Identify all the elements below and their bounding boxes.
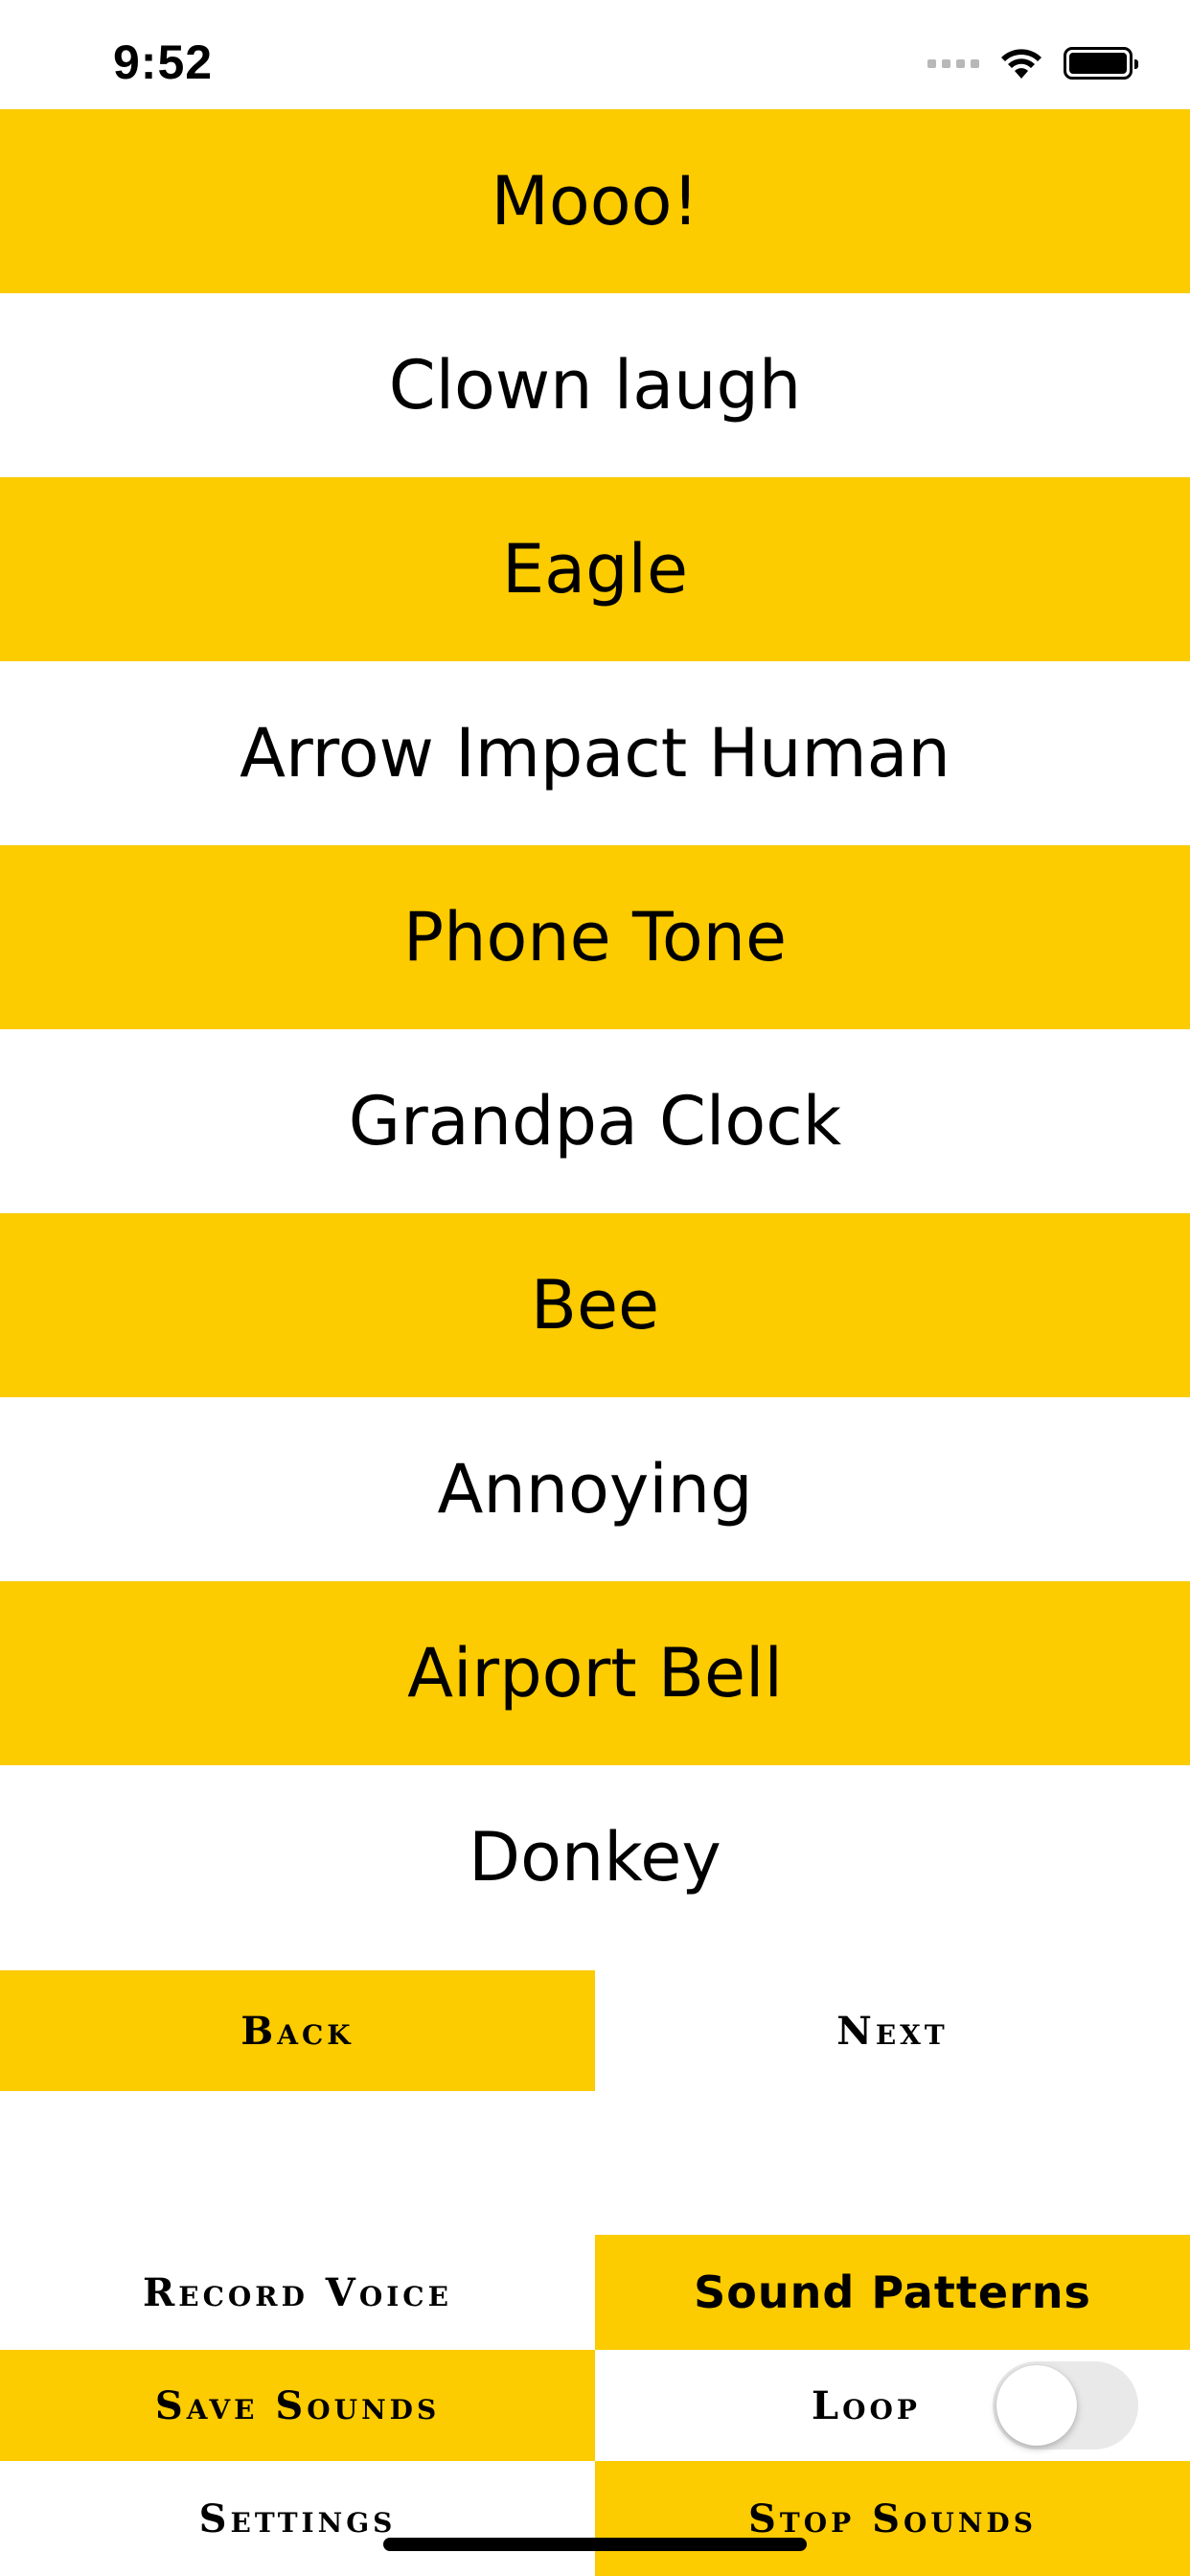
settings-button[interactable]: Settings — [0, 2461, 595, 2576]
sound-patterns-button[interactable]: Sound Patterns — [595, 2235, 1190, 2350]
save-sounds-button[interactable]: Save Sounds — [0, 2350, 595, 2461]
pager: Back Next — [0, 1970, 1190, 2091]
wifi-icon — [1001, 49, 1041, 79]
sound-list: Mooo! Clown laugh Eagle Arrow Impact Hum… — [0, 109, 1190, 1949]
toggle-knob — [996, 2365, 1077, 2446]
next-button[interactable]: Next — [595, 1970, 1190, 2091]
record-voice-button[interactable]: Record Voice — [0, 2235, 595, 2350]
status-bar: 9:52 — [0, 0, 1190, 109]
sound-item-annoying[interactable]: Annoying — [0, 1397, 1190, 1581]
sound-item-mooo[interactable]: Mooo! — [0, 109, 1190, 293]
sound-item-bee[interactable]: Bee — [0, 1213, 1190, 1397]
sound-item-airport-bell[interactable]: Airport Bell — [0, 1581, 1190, 1765]
loop-control: Loop — [595, 2350, 1190, 2461]
home-indicator — [383, 2538, 807, 2551]
loop-toggle[interactable] — [993, 2361, 1138, 2450]
sound-item-eagle[interactable]: Eagle — [0, 477, 1190, 661]
back-button[interactable]: Back — [0, 1970, 595, 2091]
sound-item-donkey[interactable]: Donkey — [0, 1765, 1190, 1949]
status-time: 9:52 — [113, 35, 214, 89]
sound-item-clown-laugh[interactable]: Clown laugh — [0, 293, 1190, 477]
battery-icon — [1064, 47, 1138, 80]
loop-label: Loop — [812, 2382, 921, 2428]
status-icons — [927, 42, 1138, 84]
sound-item-phone-tone[interactable]: Phone Tone — [0, 845, 1190, 1029]
controls-panel: Record Voice Sound Patterns Save Sounds … — [0, 2235, 1190, 2576]
signal-dots-icon — [927, 58, 979, 68]
sound-item-arrow-impact-human[interactable]: Arrow Impact Human — [0, 661, 1190, 845]
sound-item-grandpa-clock[interactable]: Grandpa Clock — [0, 1029, 1190, 1213]
stop-sounds-button[interactable]: Stop Sounds — [595, 2461, 1190, 2576]
